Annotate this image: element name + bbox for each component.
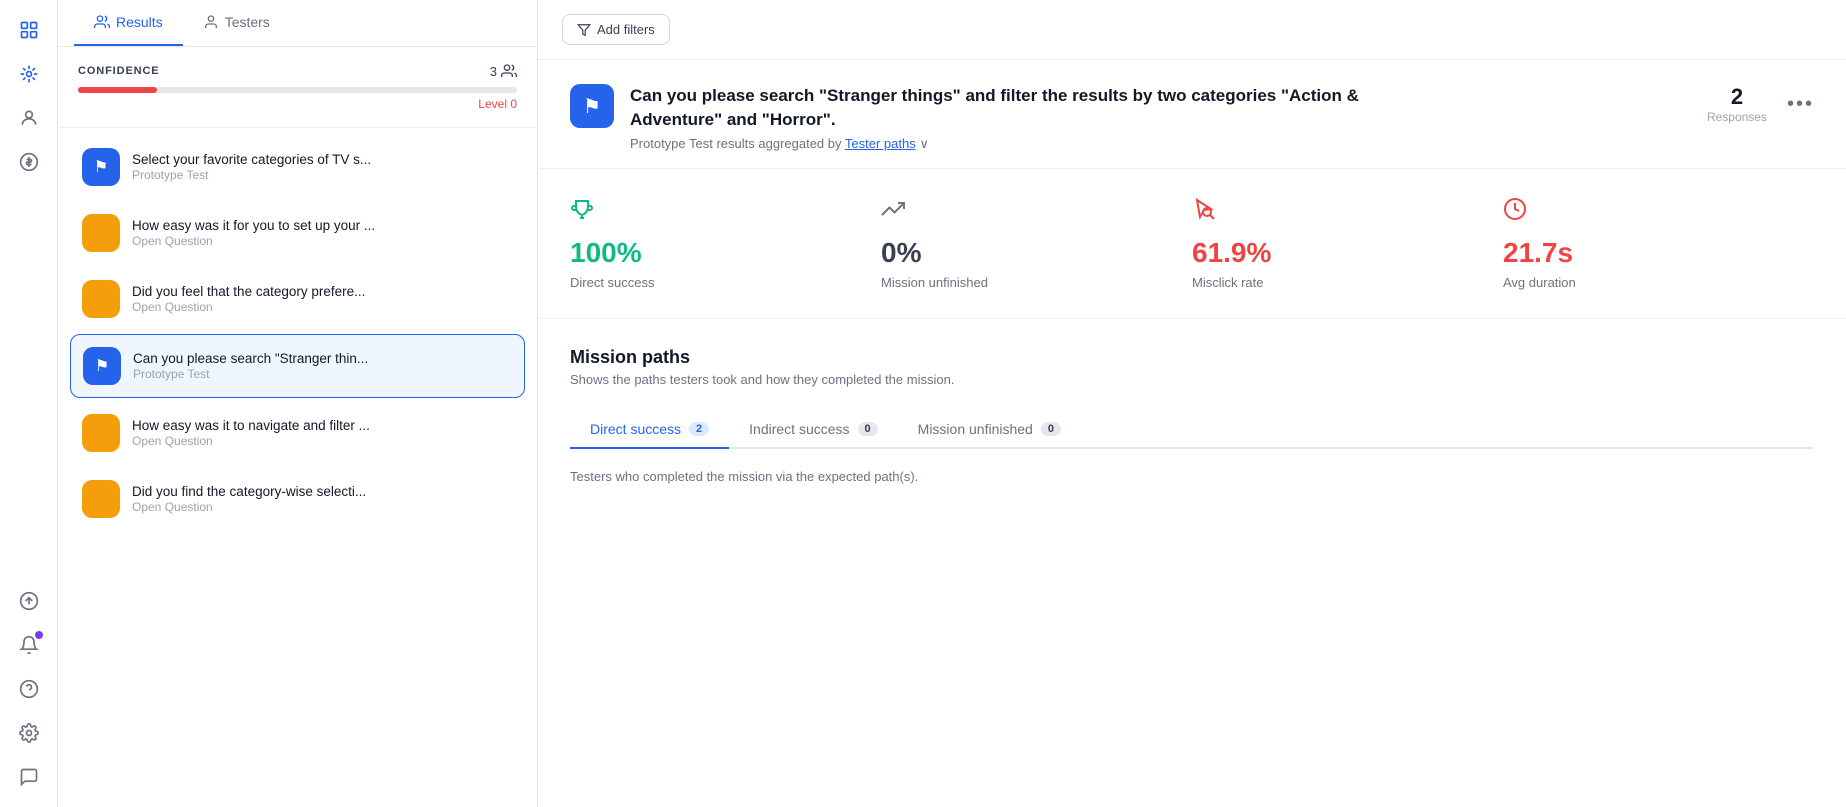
task-title-3: Did you feel that the category prefere..… <box>132 284 513 299</box>
task-subtitle-6: Open Question <box>132 500 513 514</box>
task-subtitle-1: Prototype Test <box>132 168 513 182</box>
task-item-6[interactable]: Did you find the category-wise selecti..… <box>70 468 525 530</box>
sidebar-tabs: Results Testers <box>58 0 537 47</box>
mission-paths-section: Mission paths Shows the paths testers to… <box>538 319 1846 484</box>
task-item-1[interactable]: ⚑ Select your favorite categories of TV … <box>70 136 525 198</box>
stat-mission-unfinished: 0% Mission unfinished <box>881 197 1192 290</box>
home-icon[interactable] <box>11 12 47 48</box>
task-header-icon: ⚑ <box>570 84 614 128</box>
task-title-2: How easy was it for you to set up your .… <box>132 218 513 233</box>
upload-icon[interactable] <box>11 583 47 619</box>
help-icon[interactable] <box>11 671 47 707</box>
stat-value-mission-unfinished: 0% <box>881 237 1192 269</box>
task-subtitle-3: Open Question <box>132 300 513 314</box>
stats-row: 100% Direct success 0% Mission unfinishe… <box>538 169 1846 319</box>
sidebar: Results Testers CONFIDENCE 3 Level 0 ⚑ S… <box>58 0 538 807</box>
confidence-label: CONFIDENCE <box>78 65 160 77</box>
mission-tabs: Direct success 2 Indirect success 0 Miss… <box>570 411 1814 449</box>
task-header: ⚑ Can you please search "Stranger things… <box>538 60 1846 169</box>
mission-tab-indirect[interactable]: Indirect success 0 <box>729 411 898 449</box>
mission-tab-direct[interactable]: Direct success 2 <box>570 411 729 449</box>
task-icon-2 <box>82 214 120 252</box>
task-subtitle-5: Open Question <box>132 434 513 448</box>
stat-direct-success: 100% Direct success <box>570 197 881 290</box>
feedback-icon[interactable] <box>11 759 47 795</box>
user-icon[interactable] <box>11 100 47 136</box>
indirect-success-badge: 0 <box>858 422 878 436</box>
task-icon-4: ⚑ <box>83 347 121 385</box>
bell-icon[interactable] <box>11 627 47 663</box>
mission-unfinished-badge: 0 <box>1041 422 1061 436</box>
stat-label-misclick: Misclick rate <box>1192 275 1503 290</box>
mission-paths-title: Mission paths <box>570 347 1814 368</box>
testers-note: Testers who completed the mission via th… <box>570 449 1814 484</box>
task-list: ⚑ Select your favorite categories of TV … <box>58 128 537 807</box>
task-icon-6 <box>82 480 120 518</box>
confidence-progress-bg <box>78 87 517 93</box>
tester-paths-link[interactable]: Tester paths <box>845 136 916 151</box>
cursor-icon <box>1192 197 1503 227</box>
settings-icon[interactable] <box>11 715 47 751</box>
mission-tab-unfinished[interactable]: Mission unfinished 0 <box>898 411 1081 449</box>
task-item-4[interactable]: ⚑ Can you please search "Stranger thin..… <box>70 334 525 398</box>
task-icon-3 <box>82 280 120 318</box>
task-header-subtitle: Prototype Test results aggregated by Tes… <box>630 136 1370 152</box>
stat-label-duration: Avg duration <box>1503 275 1814 290</box>
task-header-title: Can you please search "Stranger things" … <box>630 84 1370 132</box>
more-options-button[interactable]: ••• <box>1787 93 1814 116</box>
task-subtitle-2: Open Question <box>132 234 513 248</box>
task-item-3[interactable]: Did you feel that the category prefere..… <box>70 268 525 330</box>
stat-label-mission-unfinished: Mission unfinished <box>881 275 1192 290</box>
mission-paths-subtitle: Shows the paths testers took and how the… <box>570 372 1814 387</box>
top-bar: Add filters <box>538 0 1846 60</box>
task-title-5: How easy was it to navigate and filter .… <box>132 418 513 433</box>
nav-rail <box>0 0 58 807</box>
tab-testers[interactable]: Testers <box>183 0 290 46</box>
task-item-2[interactable]: How easy was it for you to set up your .… <box>70 202 525 264</box>
task-title-4: Can you please search "Stranger thin... <box>133 351 512 366</box>
grid-icon[interactable] <box>11 56 47 92</box>
responses-count: 2 Responses <box>1707 84 1767 124</box>
task-title-1: Select your favorite categories of TV s.… <box>132 152 513 167</box>
task-icon-1: ⚑ <box>82 148 120 186</box>
stat-value-duration: 21.7s <box>1503 237 1814 269</box>
stat-misclick-rate: 61.9% Misclick rate <box>1192 197 1503 290</box>
clock-icon <box>1503 197 1814 227</box>
confidence-progress-fill <box>78 87 157 93</box>
confidence-count: 3 <box>490 63 517 79</box>
stat-label-direct-success: Direct success <box>570 275 881 290</box>
task-icon-5 <box>82 414 120 452</box>
main-content: Add filters ⚑ Can you please search "Str… <box>538 0 1846 807</box>
stat-value-misclick: 61.9% <box>1192 237 1503 269</box>
add-filters-button[interactable]: Add filters <box>562 14 670 45</box>
task-item-5[interactable]: How easy was it to navigate and filter .… <box>70 402 525 464</box>
tab-results[interactable]: Results <box>74 0 183 46</box>
stat-value-direct-success: 100% <box>570 237 881 269</box>
direct-success-badge: 2 <box>689 422 709 436</box>
task-title-6: Did you find the category-wise selecti..… <box>132 484 513 499</box>
dollar-icon[interactable] <box>11 144 47 180</box>
arrow-icon <box>881 197 1192 227</box>
trophy-icon <box>570 197 881 227</box>
confidence-level: Level 0 <box>78 97 517 111</box>
task-subtitle-4: Prototype Test <box>133 367 512 381</box>
stat-avg-duration: 21.7s Avg duration <box>1503 197 1814 290</box>
confidence-section: CONFIDENCE 3 Level 0 <box>58 47 537 128</box>
